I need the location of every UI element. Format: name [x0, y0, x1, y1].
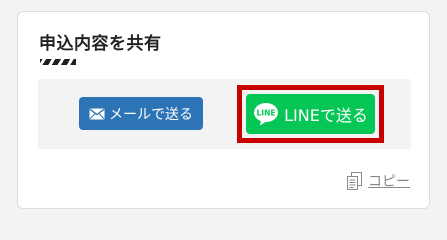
title-underline-decoration	[40, 59, 76, 65]
send-by-line-button[interactable]: LINE LINEで送る	[246, 94, 375, 134]
copy-label: コピー	[368, 174, 410, 190]
copy-link[interactable]: コピー	[347, 171, 410, 191]
copy-document-icon	[347, 172, 362, 190]
line-logo-icon: LINE	[253, 102, 279, 126]
envelope-icon	[89, 108, 105, 120]
line-logo-text: LINE	[257, 109, 276, 118]
send-by-line-label: LINEで送る	[284, 106, 368, 125]
share-buttons-panel: メールで送る LINE LINEで送る	[38, 79, 411, 149]
send-by-email-button[interactable]: メールで送る	[79, 97, 203, 130]
send-by-email-label: メールで送る	[109, 106, 193, 123]
section-title: 申込内容を共有	[39, 34, 162, 54]
share-card: 申込内容を共有 メールで送る LINE LINEで送る コピー	[17, 11, 430, 209]
